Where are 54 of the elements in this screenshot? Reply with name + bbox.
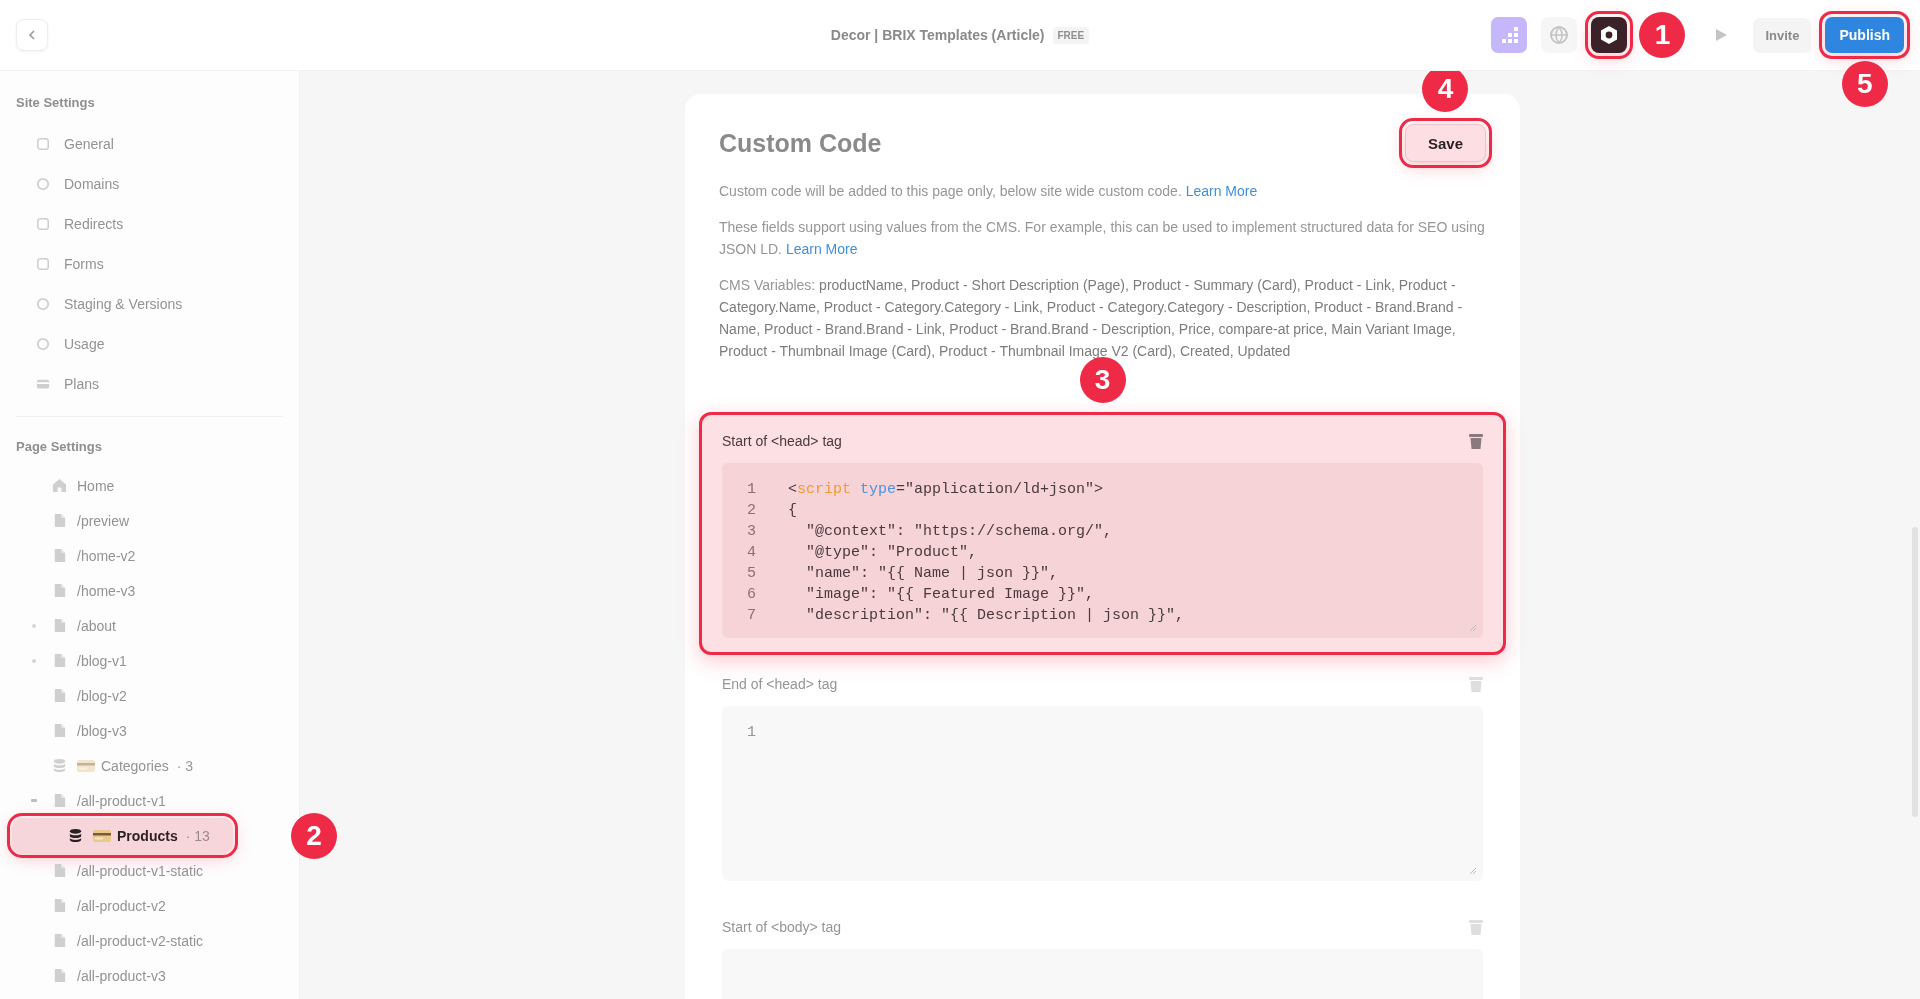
step-badge: 1 bbox=[1639, 12, 1686, 58]
project-title: Decor | BRIX Templates (Article) bbox=[830, 27, 1045, 43]
item-count: · 13 bbox=[185, 827, 210, 844]
code-line: <script type="application/ld+json"> bbox=[788, 480, 1104, 500]
code-line: "@type": "Product", bbox=[805, 543, 978, 563]
code-line: "image": "{{ Featured Image }}", bbox=[805, 585, 1095, 605]
invite-button[interactable]: Invite bbox=[1753, 17, 1812, 53]
page-item[interactable]: /all-product-v2 bbox=[16, 888, 283, 923]
line-number: 1 bbox=[746, 723, 756, 743]
code-line: { bbox=[788, 501, 797, 521]
page-item[interactable]: /all-product-v1 bbox=[16, 783, 283, 818]
code-line: "name": "{{ Name | json }}", bbox=[805, 564, 1059, 584]
settings-item[interactable]: General bbox=[16, 124, 283, 164]
page-item[interactable]: /blog-v3 bbox=[16, 713, 283, 748]
learn-more-link[interactable]: Learn More bbox=[785, 241, 858, 257]
cms-note: These fields support using values from the CMS. For example, this can be used to implement structured data for SEO using JSON LD. Learn More bbox=[719, 218, 1486, 259]
settings-item[interactable]: Redirects bbox=[16, 204, 283, 244]
line-number: 6 bbox=[746, 585, 756, 605]
line-number: 5 bbox=[746, 564, 756, 584]
settings-item[interactable]: Staging & Versions bbox=[16, 284, 283, 324]
settings-item[interactable]: Usage bbox=[16, 324, 283, 364]
line-number: 1 bbox=[746, 480, 756, 500]
code-line: "description": "{{ Description | json }}", bbox=[805, 606, 1185, 626]
section-heading: Page Settings bbox=[16, 439, 103, 454]
plan-badge: FREE bbox=[1052, 26, 1090, 44]
page-item[interactable]: /blog-v2 bbox=[16, 678, 283, 713]
page-item[interactable]: Categories · 3 bbox=[16, 748, 283, 783]
item-count: · 3 bbox=[176, 757, 194, 774]
section-label: Start of <head> tag bbox=[722, 433, 842, 449]
intro-text: Custom code will be added to this page only, below site wide custom code. Learn More bbox=[719, 182, 1259, 201]
page-item[interactable]: /about bbox=[16, 608, 283, 643]
section-heading: Site Settings bbox=[16, 95, 96, 110]
page-item[interactable]: /all-product-v3 bbox=[16, 958, 283, 993]
page-item[interactable]: /all-product-v2-static bbox=[16, 923, 283, 958]
page-item[interactable]: /all-product-v1-static bbox=[16, 853, 283, 888]
section-label: Start of <body> tag bbox=[722, 919, 842, 935]
settings-item[interactable]: Domains bbox=[16, 164, 283, 204]
line-number: 7 bbox=[746, 606, 756, 626]
step-badge: 4 bbox=[1422, 71, 1469, 112]
settings-item[interactable]: Forms bbox=[16, 244, 283, 284]
learn-more-link[interactable]: Learn More bbox=[1185, 183, 1258, 199]
page-title: Custom Code bbox=[719, 128, 882, 158]
line-number: 3 bbox=[746, 522, 756, 542]
section-label: End of <head> tag bbox=[722, 676, 838, 692]
code-line: "@context": "https://schema.org/", bbox=[805, 522, 1113, 542]
page-item[interactable]: /home-v2 bbox=[16, 538, 283, 573]
page-item[interactable]: Home bbox=[16, 468, 283, 503]
page-item[interactable]: /home-v3 bbox=[16, 573, 283, 608]
page-item[interactable]: /preview bbox=[16, 503, 283, 538]
code-editor[interactable]: 1 bbox=[722, 706, 1483, 881]
page-item[interactable]: /blog-v1 bbox=[16, 643, 283, 678]
line-number: 4 bbox=[746, 543, 756, 563]
settings-item[interactable]: Plans bbox=[16, 364, 283, 404]
line-number: 2 bbox=[746, 501, 756, 521]
